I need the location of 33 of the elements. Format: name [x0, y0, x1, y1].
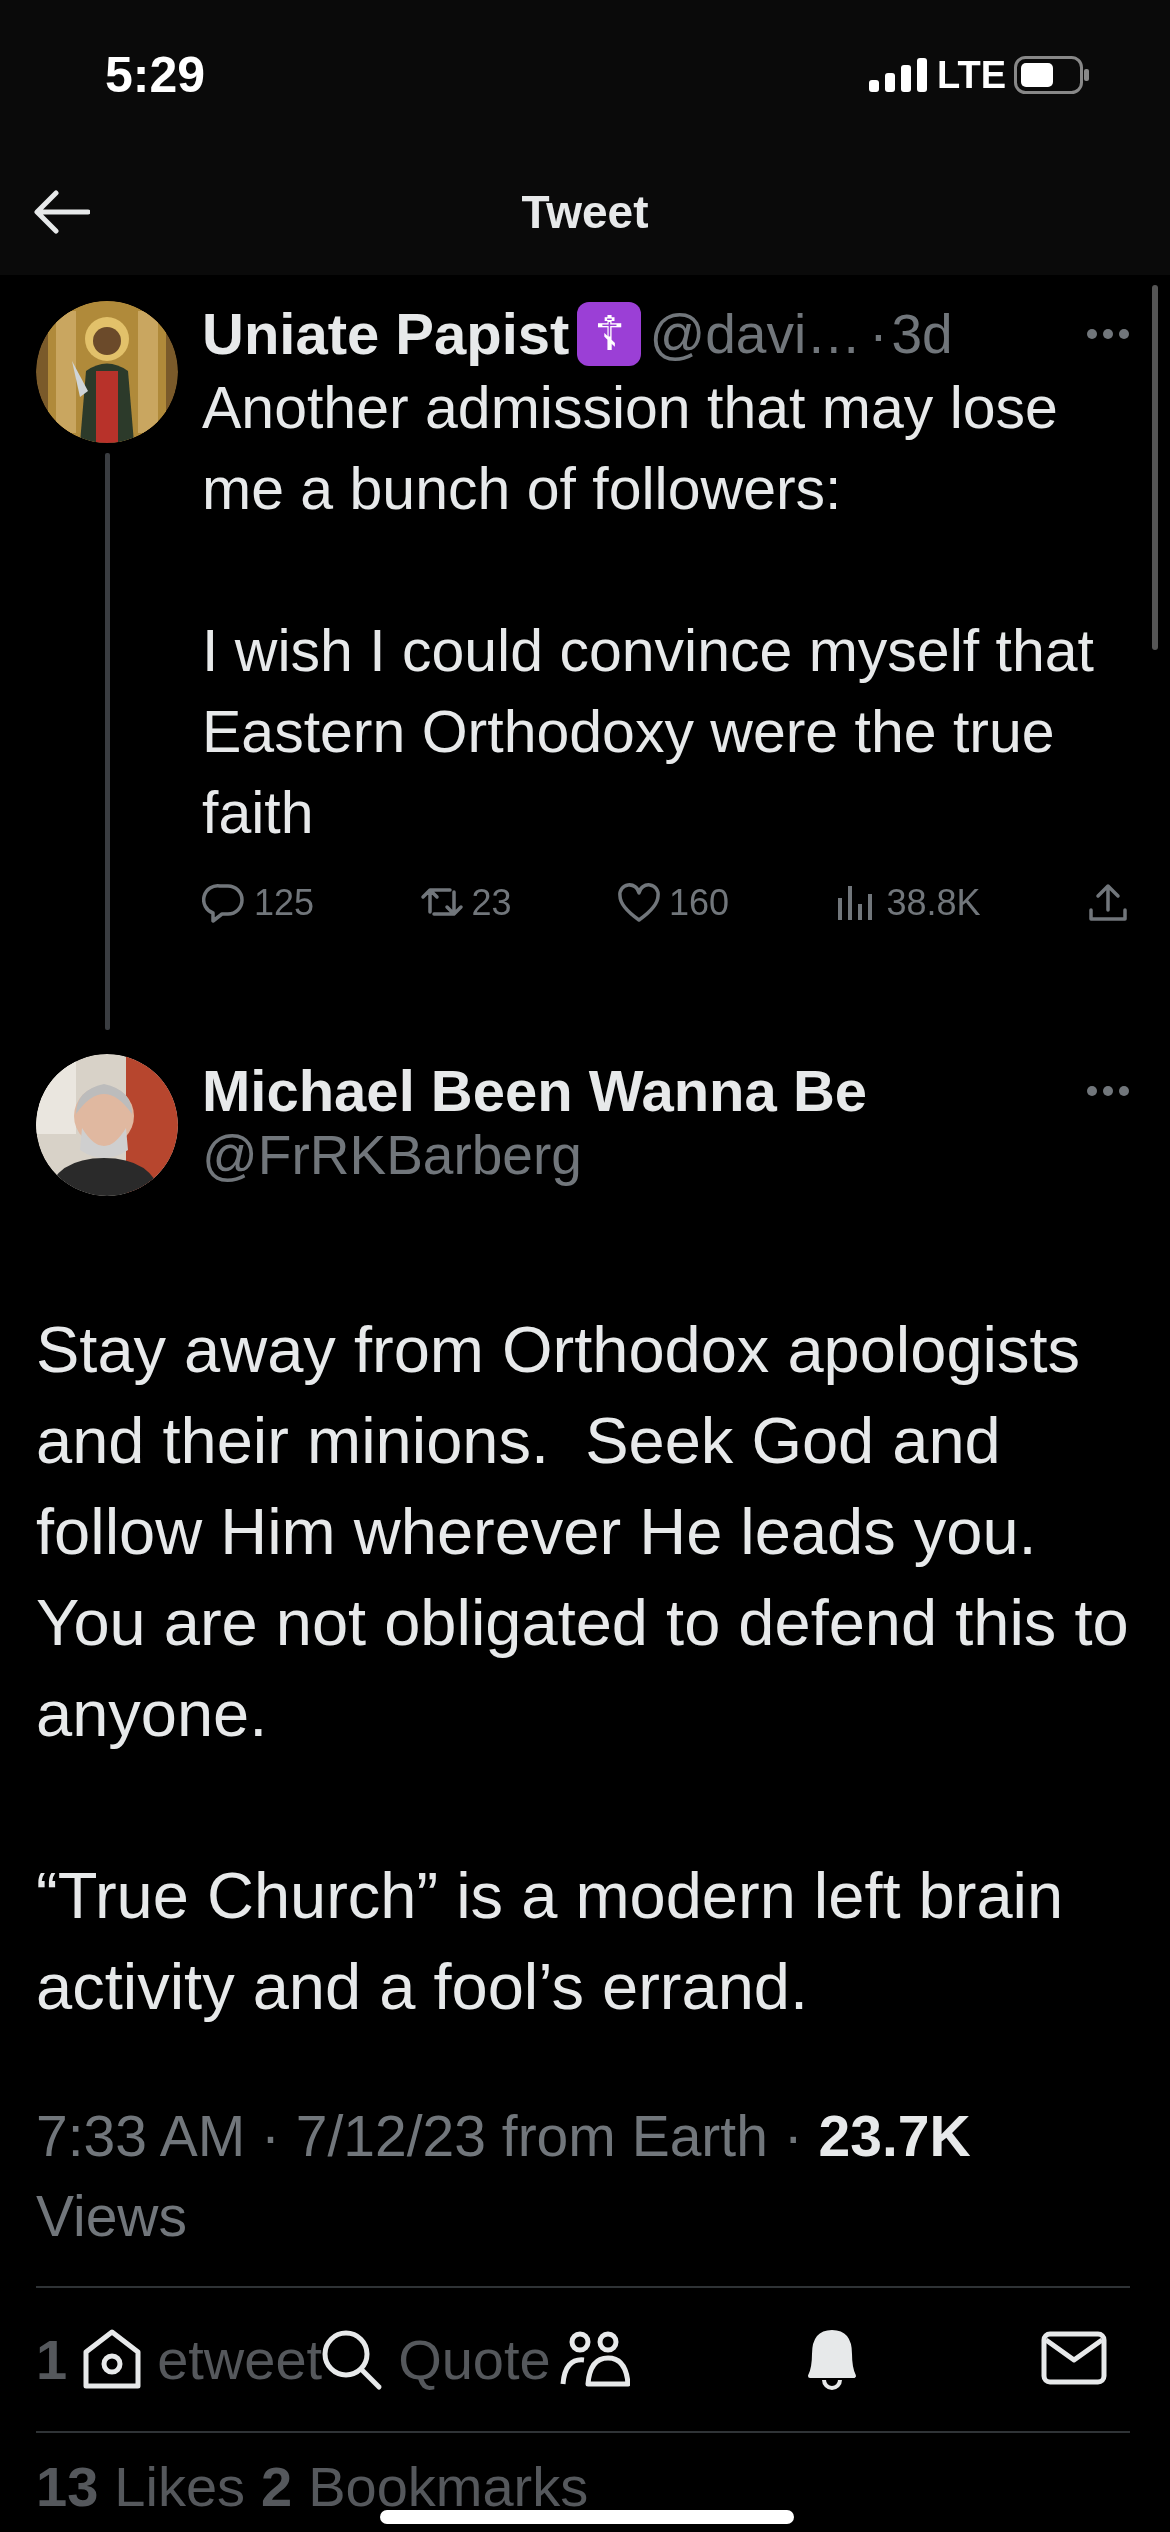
author-name: Uniate Papist: [202, 301, 570, 368]
author-handle: @FrRKBarberg: [202, 1124, 583, 1188]
separator-dot: ·: [869, 302, 888, 366]
status-time: 5:29: [105, 45, 206, 105]
stat-count: 2: [261, 2453, 293, 2520]
action-count: 38.8K: [886, 880, 981, 925]
action-count: 23: [471, 880, 512, 925]
battery-icon: [1014, 56, 1090, 94]
stat-count: 13: [36, 2453, 99, 2520]
author-name: Michael Been Wanna Be: [202, 1057, 868, 1125]
back-arrow-icon[interactable]: [34, 190, 90, 234]
action-count: 160: [668, 880, 730, 925]
more-icon[interactable]: [1086, 1085, 1130, 1098]
network-label: LTE: [937, 52, 1006, 98]
stat-label: Quote: [398, 2326, 551, 2393]
more-icon[interactable]: [1086, 328, 1130, 341]
cross-emoji: ☦: [577, 302, 642, 367]
tweet-text: “True Church” is a modern left brain activity and a fool’s errand.: [36, 1857, 1065, 2025]
stat-label: etweet: [157, 2326, 323, 2393]
heart-icon[interactable]: [616, 881, 661, 924]
signal-icon: [869, 58, 930, 92]
stat-label: Bookmarks: [308, 2453, 589, 2520]
tweet-age: 3d: [891, 302, 953, 366]
tweet-text: I wish I could convince myself that Eastern Orthodoxy were the true faith: [202, 616, 1095, 848]
tweet-timestamp: 7:33 AM · 7/12/23 from Earth · 23.7K Views: [36, 2102, 972, 2250]
tweet-text: Another admission that may lose me a bunch of followers:: [202, 373, 1059, 524]
stat-count: 1: [36, 2326, 68, 2393]
author-handle: @davi…: [649, 302, 862, 366]
action-count: 125: [254, 880, 315, 925]
tweet-text: Stay away from Orthodox apologists and their minions. Seek God and follow Him wherever He leads you. You are not obligated to defend this to anyone.: [36, 1311, 1130, 1752]
stat-label: Likes: [114, 2453, 246, 2520]
reply-icon[interactable]: [202, 881, 246, 924]
page-title: Tweet: [521, 185, 649, 240]
